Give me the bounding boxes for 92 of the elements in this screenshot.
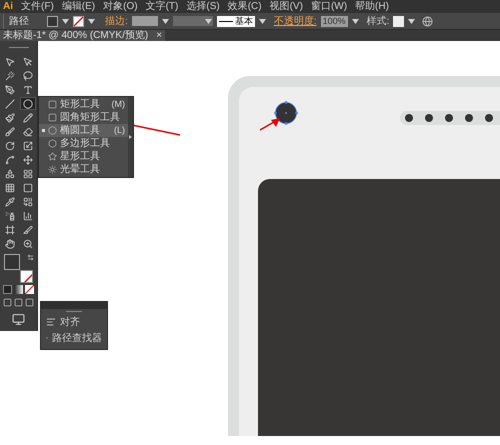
square-icon: [22, 182, 32, 192]
flyout-label: 椭圆工具: [60, 126, 100, 136]
flyout-label: 多边形工具: [60, 138, 110, 148]
hand-icon: [4, 238, 14, 248]
caret-icon[interactable]: [62, 18, 69, 24]
caret-icon[interactable]: [162, 18, 169, 24]
menu-item[interactable]: 对象(O): [103, 2, 138, 12]
shortcut-label: (M): [112, 100, 125, 109]
ellipse-tool[interactable]: [20, 97, 36, 110]
menu-item[interactable]: 选择(S): [186, 2, 220, 12]
zoom-icon: [22, 238, 32, 248]
flyout-item[interactable]: 矩形工具 (M): [39, 98, 128, 111]
opacity-field[interactable]: 100%: [320, 16, 348, 26]
shortcut-label: (L): [114, 126, 125, 135]
caret-icon[interactable]: [204, 18, 212, 24]
variable-width-dropdown[interactable]: [172, 16, 213, 26]
align-icon: [46, 317, 56, 327]
paintbrush-icon: [4, 112, 14, 122]
flyout-item[interactable]: 多边形工具: [39, 137, 128, 150]
opacity-label: 不透明度:: [274, 14, 317, 28]
menu-item[interactable]: 编辑(E): [62, 2, 96, 12]
rectangle-icon: [48, 100, 57, 109]
flyout-label: 矩形工具: [60, 100, 100, 110]
flyout-item[interactable]: 圆角矩形工具: [39, 111, 128, 124]
scale-icon: [22, 140, 32, 150]
rotate-icon: [4, 140, 14, 150]
pointer-icon: [22, 56, 32, 66]
menu-item[interactable]: 效果(C): [228, 2, 262, 12]
rounded-rectangle-icon: [48, 113, 57, 122]
move-icon: [22, 154, 32, 164]
flyout-item[interactable]: 椭圆工具 (L): [39, 124, 128, 137]
flyout-label: 光晕工具: [60, 164, 100, 174]
shapes-icon: [4, 168, 14, 178]
stroke-label: 描边:: [105, 14, 128, 28]
line-icon: [4, 98, 14, 108]
object-type-label: 路径: [3, 14, 29, 28]
type-icon: [22, 84, 32, 94]
stroke-none-swatch[interactable]: [20, 270, 32, 283]
color-button[interactable]: [3, 285, 12, 294]
pencil-icon: [22, 112, 32, 122]
curve-icon: [4, 154, 14, 164]
expand-arrow-icon: [129, 135, 132, 139]
mesh-icon: [4, 182, 14, 192]
swap-icon[interactable]: [26, 254, 34, 261]
menu-item[interactable]: 帮助(H): [355, 2, 389, 12]
pointer-icon: [4, 56, 14, 66]
knife-icon: [22, 224, 32, 234]
annotation-arrow: [259, 117, 281, 131]
polygon-icon: [48, 139, 57, 148]
flyout-item[interactable]: 星形工具: [39, 150, 128, 163]
flyout-item[interactable]: 光晕工具: [39, 163, 128, 176]
frame-icon: [4, 224, 14, 234]
fill-swatch[interactable]: [47, 16, 58, 26]
caret-icon[interactable]: [352, 18, 359, 24]
stroke-weight-field[interactable]: [132, 16, 158, 26]
brush-definition-dropdown[interactable]: 基本: [216, 16, 255, 26]
caret-icon[interactable]: [258, 18, 266, 24]
lasso-icon: [22, 70, 32, 80]
fill-swatch[interactable]: [4, 254, 20, 270]
flyout-label: 星形工具: [60, 152, 100, 162]
none-button[interactable]: [25, 285, 34, 294]
app-logo: Ai: [3, 2, 13, 12]
wand-icon: [4, 70, 14, 80]
selected-circle[interactable]: [274, 101, 298, 125]
menu-item[interactable]: 文字(T): [146, 2, 178, 12]
menu-item[interactable]: 视图(V): [270, 2, 303, 12]
ellipse-icon: [48, 126, 57, 135]
bar-chart-icon: [22, 210, 32, 220]
grid-icon: [22, 168, 32, 178]
ellipse-icon: [22, 98, 32, 108]
blend-icon: [22, 196, 32, 206]
caret-icon[interactable]: [408, 18, 416, 24]
menu-item[interactable]: 窗口(W): [310, 2, 348, 12]
panel-item[interactable]: 对齐: [60, 314, 80, 330]
panel-item[interactable]: 路径查找器: [52, 330, 102, 346]
style-swatch[interactable]: [393, 16, 404, 26]
stroke-none-swatch[interactable]: [73, 16, 84, 26]
gradient-button[interactable]: [14, 285, 23, 294]
flyout-label: 圆角矩形工具: [60, 112, 120, 122]
star-icon: [48, 152, 57, 161]
style-label: 样式:: [366, 14, 390, 28]
pen-icon: [4, 84, 14, 94]
close-button[interactable]: ×: [156, 30, 162, 41]
caret-icon[interactable]: [88, 18, 95, 24]
brush-icon: [4, 126, 14, 136]
flare-icon: [48, 165, 57, 174]
screen-mode-icon[interactable]: [12, 313, 25, 326]
eyedropper-icon: [4, 196, 14, 206]
globe-icon[interactable]: [422, 16, 434, 26]
eraser-icon: [22, 126, 32, 136]
document-tab[interactable]: 未标题-1* @ 400% (CMYK/预览) ×: [0, 30, 166, 41]
menu-item[interactable]: 文件(F): [21, 2, 54, 12]
